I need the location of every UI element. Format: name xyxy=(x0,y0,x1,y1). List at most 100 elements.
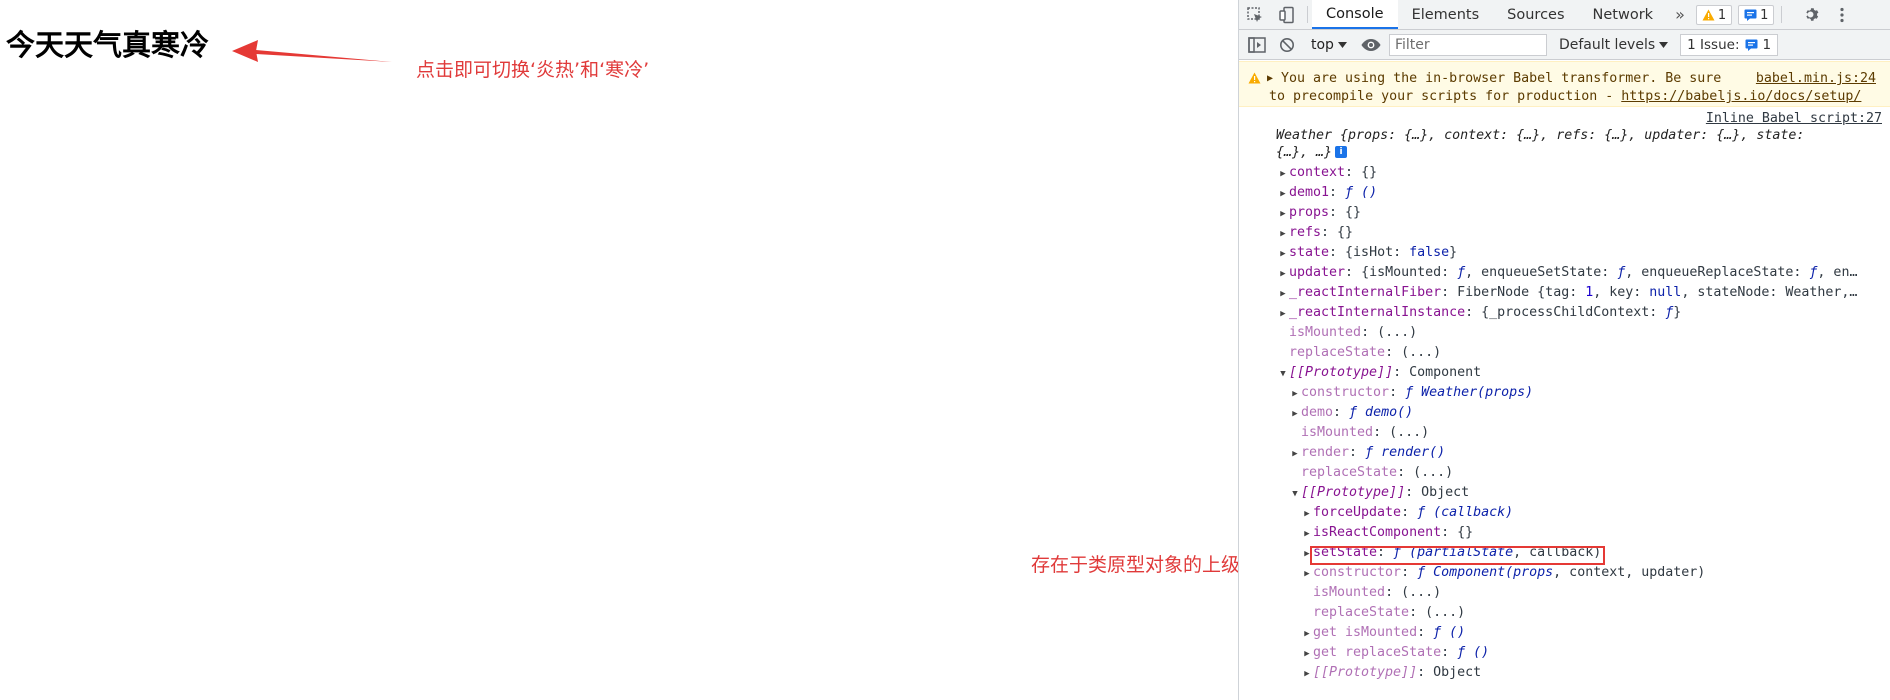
tree-row-reactinternalinstance[interactable]: ▶ _reactInternalInstance: {_processChildC… xyxy=(1269,303,1890,323)
tree-row-props[interactable]: ▶ props: {} xyxy=(1269,203,1890,223)
tree-row-reactinternalfiber[interactable]: ▶ _reactInternalFiber: FiberNode {tag: 1,… xyxy=(1269,283,1890,303)
warnings-badge[interactable]: 1 xyxy=(1695,5,1733,25)
property-separator: : xyxy=(1405,485,1422,500)
property-separator: : xyxy=(1393,365,1410,380)
more-tabs-icon[interactable]: » xyxy=(1667,0,1693,29)
tree-row-prototype[interactable]: ▼ [[Prototype]]: Object xyxy=(1269,483,1890,503)
log-entry: Weather {props: {…}, context: {…}, refs:… xyxy=(1239,127,1890,683)
tab-network[interactable]: Network xyxy=(1579,0,1668,29)
property-key: isReactComponent xyxy=(1313,525,1442,540)
object-header-line2[interactable]: ▼ {…}, …}i xyxy=(1269,144,1890,163)
tab-elements[interactable]: Elements xyxy=(1398,0,1494,29)
console-filter-input[interactable] xyxy=(1388,33,1547,56)
devtools-tabbar: Console Elements Sources Network » 1 1 xyxy=(1239,0,1890,30)
expand-arrow-icon[interactable]: ▶ xyxy=(1277,164,1289,183)
inspect-element-icon[interactable] xyxy=(1239,0,1271,29)
more-options-icon[interactable] xyxy=(1826,7,1858,23)
expand-arrow-icon[interactable]: ▶ xyxy=(1289,404,1301,423)
context-value: top xyxy=(1311,36,1334,53)
property-key: context xyxy=(1289,165,1346,180)
expand-arrow-icon[interactable]: ▶ xyxy=(1301,504,1313,523)
tab-console[interactable]: Console xyxy=(1312,0,1398,29)
expand-arrow-icon[interactable]: ▶ xyxy=(1301,564,1313,583)
expand-arrow-icon[interactable]: ▶ xyxy=(1289,444,1301,463)
tree-row-constructor[interactable]: ▶ constructor: ƒ Component(props, context… xyxy=(1269,563,1890,583)
tree-row-replacestate[interactable]: replaceState: (...) xyxy=(1269,463,1890,483)
tree-row-state[interactable]: ▶ state: {isHot: false} xyxy=(1269,243,1890,263)
tree-row-constructor[interactable]: ▶ constructor: ƒ Weather(props) xyxy=(1269,383,1890,403)
property-value: {isMounted: ƒ, enqueueSetState: ƒ, enque… xyxy=(1361,265,1858,280)
property-key: demo xyxy=(1301,405,1334,420)
tree-row-setstate[interactable]: ▶ setState: ƒ (partialState, callback) xyxy=(1269,543,1890,563)
tree-row-isreactcomponent[interactable]: ▶ isReactComponent: {} xyxy=(1269,523,1890,543)
expand-arrow-icon[interactable]: ▶ xyxy=(1277,224,1289,243)
tree-row-ismounted[interactable]: isMounted: (...) xyxy=(1269,423,1890,443)
expand-arrow-icon[interactable]: ▶ xyxy=(1277,264,1289,283)
tree-row-replacestate[interactable]: replaceState: (...) xyxy=(1269,343,1890,363)
log-source-link[interactable]: Inline Babel script:27 xyxy=(1239,110,1890,127)
messages-badge[interactable]: 1 xyxy=(1738,5,1775,25)
info-icon[interactable]: i xyxy=(1335,146,1348,158)
clear-console-icon[interactable] xyxy=(1275,34,1299,56)
tree-row-get-ismounted[interactable]: ▶ get isMounted: ƒ () xyxy=(1269,623,1890,643)
property-key: isMounted xyxy=(1313,585,1386,600)
property-key: constructor xyxy=(1313,565,1402,580)
property-separator: : xyxy=(1417,625,1434,640)
warning-icon xyxy=(1248,72,1261,84)
expand-arrow-icon[interactable]: ▶ xyxy=(1301,664,1313,683)
property-separator: : xyxy=(1401,505,1418,520)
tree-row-ismounted[interactable]: isMounted: (...) xyxy=(1269,583,1890,603)
expand-arrow-icon[interactable]: ▶ xyxy=(1289,384,1301,403)
issues-button[interactable]: 1 Issue: 1 xyxy=(1680,33,1779,56)
collapse-arrow-icon[interactable]: ▼ xyxy=(1289,484,1301,503)
expand-arrow-icon[interactable]: ▶ xyxy=(1277,204,1289,223)
tree-row-get-replacestate[interactable]: ▶ get replaceState: ƒ () xyxy=(1269,643,1890,663)
tree-row-forceupdate[interactable]: ▶ forceUpdate: ƒ (callback) xyxy=(1269,503,1890,523)
tree-row-demo[interactable]: ▶ demo: ƒ demo() xyxy=(1269,403,1890,423)
tree-row-demo1[interactable]: ▶ demo1: ƒ () xyxy=(1269,183,1890,203)
expand-arrow-icon[interactable]: ▶ xyxy=(1277,184,1289,203)
property-value: {} xyxy=(1337,225,1354,240)
property-value: {} xyxy=(1457,525,1474,540)
tree-row-updater[interactable]: ▶ updater: {isMounted: ƒ, enqueueSetState… xyxy=(1269,263,1890,283)
messages-count: 1 xyxy=(1760,7,1769,23)
tree-row-prototype[interactable]: ▶ [[Prototype]]: Object xyxy=(1269,663,1890,683)
property-separator: : xyxy=(1401,565,1418,580)
live-expression-eye-icon[interactable] xyxy=(1359,34,1383,56)
expand-arrow-icon[interactable]: ▶ xyxy=(1301,524,1313,543)
babel-docs-link[interactable]: https://babeljs.io/docs/setup/ xyxy=(1621,89,1861,104)
sidebar-toggle-icon[interactable] xyxy=(1245,34,1269,56)
expand-arrow-icon[interactable]: ▶ xyxy=(1277,244,1289,263)
tree-row-replacestate[interactable]: replaceState: (...) xyxy=(1269,603,1890,623)
property-separator: : xyxy=(1333,405,1350,420)
property-key: demo1 xyxy=(1289,185,1330,200)
tree-row-ismounted[interactable]: isMounted: (...) xyxy=(1269,323,1890,343)
tree-row-render[interactable]: ▶ render: ƒ render() xyxy=(1269,443,1890,463)
weather-title[interactable]: 今天天气真寒冷 xyxy=(6,22,209,64)
dropdown-arrow-icon xyxy=(1337,41,1347,48)
log-levels-dropdown[interactable]: Default levels xyxy=(1553,37,1674,53)
warning-source-link[interactable]: babel.min.js:24 xyxy=(1756,70,1876,88)
property-value: ƒ (partialState, callback) xyxy=(1393,545,1602,560)
expand-arrow-icon[interactable]: ▶ xyxy=(1277,284,1289,303)
tab-sources[interactable]: Sources xyxy=(1493,0,1578,29)
warning-text-line2: to precompile your scripts for productio… xyxy=(1269,89,1622,104)
settings-gear-icon[interactable] xyxy=(1794,6,1826,23)
context-selector[interactable]: top xyxy=(1305,37,1353,53)
expand-arrow-icon[interactable]: ▶ xyxy=(1301,644,1313,663)
tree-row-refs[interactable]: ▶ refs: {} xyxy=(1269,223,1890,243)
device-toolbar-icon[interactable] xyxy=(1271,0,1303,29)
expand-arrow-icon[interactable]: ▶ xyxy=(1301,544,1313,563)
expand-arrow-icon[interactable]: ▶ xyxy=(1301,624,1313,643)
object-summary-cont: {…}, …} xyxy=(1276,145,1333,160)
collapse-arrow-icon[interactable]: ▼ xyxy=(1277,364,1289,383)
property-separator: : xyxy=(1329,205,1346,220)
property-value: (...) xyxy=(1401,585,1442,600)
tree-row-prototype[interactable]: ▼ [[Prototype]]: Component xyxy=(1269,363,1890,383)
property-key: replaceState xyxy=(1301,465,1398,480)
collapse-arrow-icon[interactable]: ▼ xyxy=(1269,144,1274,151)
expand-arrow-icon[interactable]: ▶ xyxy=(1277,304,1289,323)
object-header-line1[interactable]: Weather {props: {…}, context: {…}, refs:… xyxy=(1269,127,1890,144)
expand-arrow-icon[interactable]: ▶ xyxy=(1267,70,1273,88)
tree-row-context[interactable]: ▶ context: {} xyxy=(1269,163,1890,183)
